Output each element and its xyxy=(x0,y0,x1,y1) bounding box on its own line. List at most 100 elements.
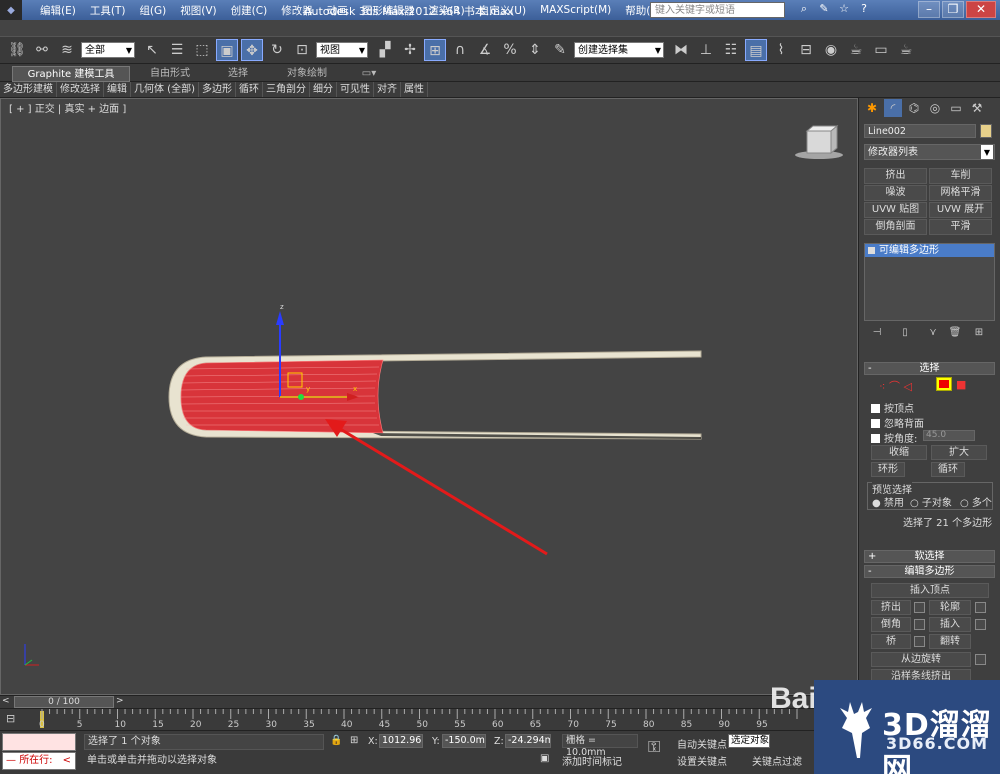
star-icon[interactable]: ☆ xyxy=(835,2,853,18)
auto-key-button[interactable]: 自动关键点 xyxy=(677,736,727,751)
inset-button[interactable]: 插入 xyxy=(929,617,971,632)
schematic-view-icon[interactable]: ⊟ xyxy=(795,39,817,61)
menu-create[interactable]: 创建(C) xyxy=(231,3,268,18)
display-tab-icon[interactable]: ▭ xyxy=(947,99,965,117)
render-frame-icon[interactable]: ▭ xyxy=(870,39,892,61)
configure-sets-icon[interactable]: ⊞ xyxy=(971,327,987,341)
soft-selection-rollout-header[interactable]: + 软选择 xyxy=(864,550,995,563)
mod-bevel-profile-button[interactable]: 倒角剖面 xyxy=(864,219,927,235)
bevel-button[interactable]: 倒角 xyxy=(871,617,911,632)
key-filter-dropdown[interactable]: 选定对象 xyxy=(728,734,770,748)
panel-polygons[interactable]: 多边形 xyxy=(199,82,236,97)
object-color-swatch[interactable] xyxy=(980,124,992,138)
mod-meshsmooth-button[interactable]: 网格平滑 xyxy=(929,185,992,201)
mini-curve-icon[interactable]: ⊟ xyxy=(6,712,15,725)
maxscript-mini[interactable]: — 所在行: < xyxy=(2,752,76,770)
panel-tris[interactable]: 三角剖分 xyxy=(263,82,310,97)
hinge-from-edge-button[interactable]: 从边旋转 xyxy=(871,652,971,667)
tab-freeform[interactable]: 自由形式 xyxy=(140,66,200,82)
make-unique-icon[interactable]: ⋎ xyxy=(925,327,941,341)
motion-tab-icon[interactable]: ◎ xyxy=(926,99,944,117)
preview-multi-radio[interactable]: ○ 多个 xyxy=(960,494,992,509)
viewport[interactable]: [ + ] 正交 | 真实 + 边面 ] z y x xyxy=(0,98,858,695)
element-subobject-icon[interactable]: ■ xyxy=(956,378,966,391)
info-icon[interactable]: ? xyxy=(855,2,873,18)
modifier-stack[interactable]: 可编辑多边形 xyxy=(864,243,995,321)
lock-selection-icon[interactable]: 🔒 xyxy=(330,735,342,746)
absolute-mode-icon[interactable]: ⊞ xyxy=(350,735,358,746)
show-end-result-icon[interactable]: ▯ xyxy=(897,327,913,341)
add-time-tag[interactable]: 添加时间标记 xyxy=(562,753,622,768)
manipulate-icon[interactable]: ✢ xyxy=(399,39,421,61)
loop-button[interactable]: 循环 xyxy=(931,462,965,477)
select-by-name-icon[interactable]: ☰ xyxy=(166,39,188,61)
edit-polygons-rollout-header[interactable]: - 编辑多边形 xyxy=(864,565,995,578)
bridge-button[interactable]: 桥 xyxy=(871,634,911,649)
by-angle-checkbox[interactable]: 按角度: xyxy=(871,430,917,445)
panel-geometry-all[interactable]: 几何体 (全部) xyxy=(131,82,199,97)
binoculars-icon[interactable]: ⌕ xyxy=(795,2,813,18)
edit-named-sel-icon[interactable]: ✎ xyxy=(549,39,571,61)
minimize-icon[interactable]: – xyxy=(918,1,940,18)
set-key-button[interactable]: 设置关键点 xyxy=(677,753,727,768)
unlink-icon[interactable]: ⚯ xyxy=(31,39,53,61)
panel-loops[interactable]: 循环 xyxy=(236,82,263,97)
mod-extrude-button[interactable]: 挤出 xyxy=(864,168,927,184)
panel-edit[interactable]: 编辑 xyxy=(104,82,131,97)
close-icon[interactable]: ✕ xyxy=(966,1,996,18)
render-setup-icon[interactable]: ☕ xyxy=(845,39,867,61)
time-slider[interactable]: < 0 / 100 > xyxy=(0,695,858,708)
z-coordinate-field[interactable]: -24.294mm xyxy=(505,734,551,748)
material-editor-icon[interactable]: ◉ xyxy=(820,39,842,61)
object-name-field[interactable]: Line002 xyxy=(864,124,976,138)
outline-button[interactable]: 轮廓 xyxy=(929,600,971,615)
time-slider-thumb[interactable]: 0 / 100 xyxy=(14,696,114,708)
menu-views[interactable]: 视图(V) xyxy=(180,3,216,18)
menu-edit[interactable]: 编辑(E) xyxy=(40,3,76,18)
extrude-settings-icon[interactable] xyxy=(914,602,925,613)
time-prev-icon[interactable]: < xyxy=(2,696,10,706)
hinge-settings-icon[interactable] xyxy=(975,654,986,665)
restore-icon[interactable]: ❐ xyxy=(942,1,964,18)
grow-button[interactable]: 扩大 xyxy=(931,445,987,460)
panel-modify-selection[interactable]: 修改选择 xyxy=(57,82,104,97)
insert-vertex-button[interactable]: 插入顶点 xyxy=(871,583,989,598)
preview-off-radio[interactable]: ● 禁用 xyxy=(872,494,904,509)
by-vertex-checkbox[interactable]: 按顶点 xyxy=(871,400,914,415)
maxscript-listener[interactable] xyxy=(2,733,76,751)
selection-rollout-header[interactable]: - 选择 xyxy=(864,362,995,375)
mod-noise-button[interactable]: 噪波 xyxy=(864,185,927,201)
mod-uvw-map-button[interactable]: UVW 贴图 xyxy=(864,202,927,218)
menu-maxscript[interactable]: MAXScript(M) xyxy=(540,4,611,16)
render-production-icon[interactable]: ☕ xyxy=(895,39,917,61)
align-icon[interactable]: ⊥ xyxy=(695,39,717,61)
y-coordinate-field[interactable]: -150.0mm xyxy=(442,734,486,748)
link-icon[interactable]: ⛓ xyxy=(6,39,28,61)
menu-tools[interactable]: 工具(T) xyxy=(90,3,126,18)
bevel-settings-icon[interactable] xyxy=(914,619,925,630)
window-crossing-icon[interactable]: ▣ xyxy=(216,39,238,61)
create-tab-icon[interactable]: ✱ xyxy=(863,99,881,117)
search-input[interactable]: 键入关键字或短语 xyxy=(650,2,785,18)
pivot-icon[interactable]: ▞ xyxy=(374,39,396,61)
wrench-icon[interactable]: ✎ xyxy=(815,2,833,18)
bind-spacewarp-icon[interactable]: ≋ xyxy=(56,39,78,61)
panel-visibility[interactable]: 可见性 xyxy=(337,82,374,97)
mod-lathe-button[interactable]: 车削 xyxy=(929,168,992,184)
ignore-backfacing-checkbox[interactable]: 忽略背面 xyxy=(871,415,924,430)
viewcube-icon[interactable] xyxy=(795,124,843,159)
modifier-list-dropdown[interactable]: 修改器列表 xyxy=(864,144,995,160)
layer-manager-icon[interactable]: ☷ xyxy=(720,39,742,61)
rect-selection-icon[interactable]: ⬚ xyxy=(191,39,213,61)
tab-object-paint[interactable]: 对象绘制 xyxy=(276,66,338,82)
modify-tab-icon[interactable]: ◜ xyxy=(884,99,902,117)
reference-coord-dropdown[interactable]: 视图 xyxy=(316,42,368,59)
rotate-icon[interactable]: ↻ xyxy=(266,39,288,61)
hierarchy-tab-icon[interactable]: ⌬ xyxy=(905,99,923,117)
mirror-icon[interactable]: ⧓ xyxy=(670,39,692,61)
extrude-button[interactable]: 挤出 xyxy=(871,600,911,615)
snap-3d-icon[interactable]: ∩ xyxy=(449,39,471,61)
outline-settings-icon[interactable] xyxy=(975,602,986,613)
pin-stack-icon[interactable]: ⊣ xyxy=(869,327,885,341)
x-coordinate-field[interactable]: 1012.965m xyxy=(379,734,423,748)
